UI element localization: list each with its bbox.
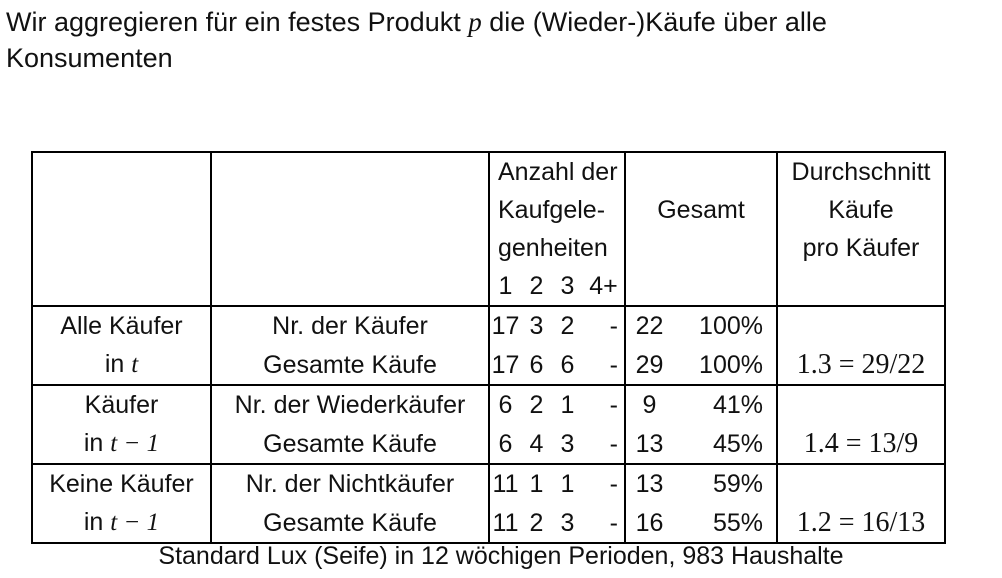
- cell-c4: -: [609, 429, 618, 458]
- cell-c1: 6: [489, 384, 521, 425]
- cell-c1: 11: [489, 463, 521, 504]
- header-col-3: 3: [552, 267, 583, 307]
- cell-c2: 4: [529, 429, 544, 458]
- cell-c4: -: [583, 384, 625, 425]
- cell-c1: 11: [489, 503, 521, 544]
- header-anzahl-l1: Anzahl der: [489, 151, 625, 191]
- table-row: Käufer in t − 1 Nr. der Wiederkäufer 6 2…: [31, 384, 946, 465]
- cell-c2: 6: [529, 350, 544, 379]
- cell-c4: -: [609, 350, 618, 379]
- purchase-table: Anzahl der Gesamt Durchschnitt Käufe pro…: [31, 151, 946, 544]
- group-label-non-buyers: Keine Käufer in t − 1: [31, 463, 212, 544]
- row-name: Gesamte Käufe: [210, 424, 490, 464]
- cell-c3: 2: [560, 312, 575, 340]
- group-label-buyers: Käufer in t − 1: [31, 384, 212, 465]
- cell-c3: 3: [552, 503, 583, 544]
- group-label-line1: Alle Käufer: [60, 312, 183, 340]
- cell-pct: 41%: [673, 384, 763, 425]
- cell-c1: 17: [491, 312, 520, 340]
- cell-c4: -: [583, 503, 625, 544]
- group-label-math: t: [131, 351, 139, 378]
- intro-paragraph: Wir aggregieren für ein festes Produkt p…: [6, 4, 996, 76]
- header-avg-l2: Käufe: [828, 196, 894, 224]
- group-average: 1.3 = 29/22: [776, 305, 946, 386]
- cell-total: 22: [624, 306, 673, 346]
- header-anzahl-l2: Kaufgele-: [498, 196, 606, 224]
- header-average: Durchschnitt Käufe pro Käufer: [776, 151, 946, 307]
- group-label-all-buyers: Alle Käufer in t: [31, 305, 212, 386]
- header-empty-2: [210, 151, 490, 307]
- group-average: 1.2 = 16/13: [776, 463, 946, 544]
- group-label-line1: Käufer: [84, 391, 159, 419]
- cell-c3: 6: [560, 350, 575, 379]
- header-avg-l1: Durchschnitt: [791, 158, 931, 186]
- cell-c2: 1: [521, 463, 552, 504]
- header-empty-1: [31, 151, 212, 307]
- cell-pct: 55%: [673, 503, 763, 544]
- cell-c2: 2: [521, 384, 552, 425]
- cell-c3: 1: [552, 463, 583, 504]
- table-row: Alle Käufer in t Nr. der Käufer 17 3 2 -…: [31, 305, 946, 386]
- group-label-pre: in: [83, 429, 111, 457]
- group-label-line2: in t: [33, 345, 210, 384]
- cell-c1: 17: [491, 350, 520, 379]
- group-label-math: t − 1: [110, 509, 160, 536]
- cell-c2: 3: [529, 312, 544, 340]
- header-col-1: 1: [489, 267, 521, 307]
- cell-total: 16: [624, 503, 673, 544]
- header-row-1: Anzahl der Gesamt Durchschnitt Käufe pro…: [31, 151, 946, 307]
- cell-c3: 3: [560, 429, 575, 458]
- row-name: Gesamte Käufe: [210, 503, 490, 544]
- cell-c1: 6: [498, 429, 513, 458]
- group-label-line2: in t − 1: [33, 424, 210, 463]
- table-caption: Standard Lux (Seife) in 12 wöchigen Peri…: [158, 542, 844, 570]
- group-label-math: t − 1: [110, 430, 160, 457]
- cell-total: 29: [624, 345, 673, 385]
- row-name: Nr. der Käufer: [210, 306, 490, 346]
- group-label-pre: in: [104, 350, 132, 378]
- cell-total: 9: [624, 384, 673, 425]
- header-col-2: 2: [521, 267, 552, 307]
- cell-pct: 45%: [712, 429, 763, 458]
- cell-pct: 100%: [699, 312, 763, 340]
- header-gesamt: Gesamt: [624, 151, 778, 307]
- cell-pct: 59%: [673, 463, 763, 504]
- cell-c4: -: [609, 312, 618, 340]
- cell-c2: 2: [521, 503, 552, 544]
- row-name: Nr. der Nichtkäufer: [210, 463, 490, 504]
- row-name: Nr. der Wiederkäufer: [210, 384, 490, 425]
- group-label-line1: Keine Käufer: [49, 470, 194, 498]
- intro-text-before: Wir aggregieren für ein festes Produkt: [6, 7, 469, 37]
- header-avg-l3: pro Käufer: [802, 234, 920, 262]
- group-average: 1.4 = 13/9: [776, 384, 946, 465]
- cell-c3: 1: [552, 384, 583, 425]
- group-label-line2: in t − 1: [33, 503, 210, 542]
- group-label-pre: in: [83, 508, 111, 536]
- row-name: Gesamte Käufe: [210, 345, 490, 385]
- header-anzahl-l3: genheiten: [498, 234, 608, 262]
- cell-total: 13: [624, 424, 673, 464]
- cell-pct: 100%: [699, 350, 763, 379]
- table-row: Keine Käufer in t − 1 Nr. der Nichtkäufe…: [31, 463, 946, 544]
- intro-variable-p: p: [468, 7, 482, 37]
- cell-c4: -: [583, 463, 625, 504]
- header-col-4plus: 4+: [583, 267, 625, 307]
- cell-total: 13: [624, 463, 673, 504]
